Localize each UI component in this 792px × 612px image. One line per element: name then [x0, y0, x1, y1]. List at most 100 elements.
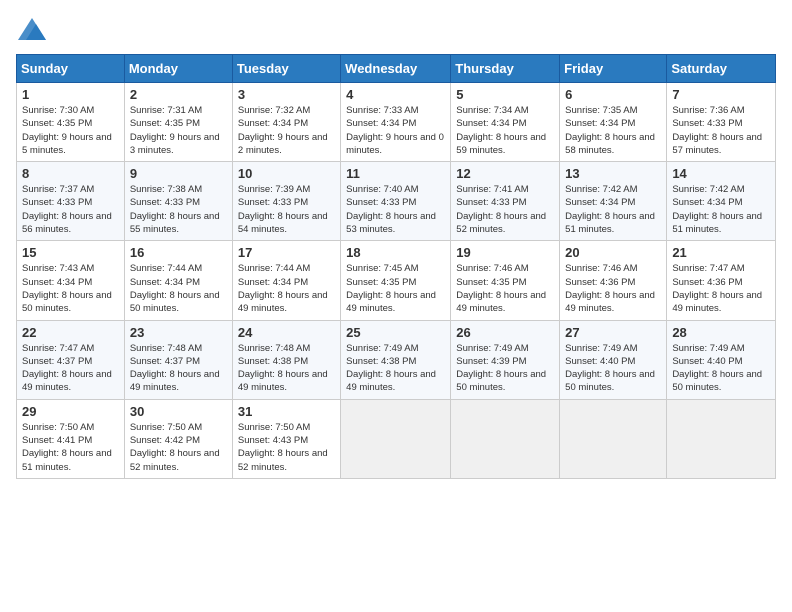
calendar-header-wednesday: Wednesday — [341, 55, 451, 83]
day-info: Sunrise: 7:50 AM Sunset: 4:42 PM Dayligh… — [130, 421, 227, 474]
day-number: 8 — [22, 166, 119, 181]
calendar-day-12: 12 Sunrise: 7:41 AM Sunset: 4:33 PM Dayl… — [451, 162, 560, 241]
day-info: Sunrise: 7:49 AM Sunset: 4:40 PM Dayligh… — [672, 342, 770, 395]
calendar-body: 1 Sunrise: 7:30 AM Sunset: 4:35 PM Dayli… — [17, 83, 776, 479]
day-number: 15 — [22, 245, 119, 260]
calendar-week-4: 22 Sunrise: 7:47 AM Sunset: 4:37 PM Dayl… — [17, 320, 776, 399]
day-info: Sunrise: 7:31 AM Sunset: 4:35 PM Dayligh… — [130, 104, 227, 157]
calendar-day-14: 14 Sunrise: 7:42 AM Sunset: 4:34 PM Dayl… — [667, 162, 776, 241]
calendar-day-25: 25 Sunrise: 7:49 AM Sunset: 4:38 PM Dayl… — [341, 320, 451, 399]
day-number: 21 — [672, 245, 770, 260]
calendar-empty-cell — [341, 399, 451, 478]
day-info: Sunrise: 7:49 AM Sunset: 4:39 PM Dayligh… — [456, 342, 554, 395]
calendar-day-24: 24 Sunrise: 7:48 AM Sunset: 4:38 PM Dayl… — [232, 320, 340, 399]
day-number: 17 — [238, 245, 335, 260]
calendar-week-2: 8 Sunrise: 7:37 AM Sunset: 4:33 PM Dayli… — [17, 162, 776, 241]
day-info: Sunrise: 7:33 AM Sunset: 4:34 PM Dayligh… — [346, 104, 445, 157]
day-number: 25 — [346, 325, 445, 340]
day-info: Sunrise: 7:43 AM Sunset: 4:34 PM Dayligh… — [22, 262, 119, 315]
day-number: 18 — [346, 245, 445, 260]
calendar-day-11: 11 Sunrise: 7:40 AM Sunset: 4:33 PM Dayl… — [341, 162, 451, 241]
calendar-header-saturday: Saturday — [667, 55, 776, 83]
day-info: Sunrise: 7:32 AM Sunset: 4:34 PM Dayligh… — [238, 104, 335, 157]
day-number: 10 — [238, 166, 335, 181]
day-info: Sunrise: 7:47 AM Sunset: 4:36 PM Dayligh… — [672, 262, 770, 315]
day-info: Sunrise: 7:49 AM Sunset: 4:40 PM Dayligh… — [565, 342, 661, 395]
day-info: Sunrise: 7:45 AM Sunset: 4:35 PM Dayligh… — [346, 262, 445, 315]
day-number: 23 — [130, 325, 227, 340]
day-info: Sunrise: 7:39 AM Sunset: 4:33 PM Dayligh… — [238, 183, 335, 236]
calendar-day-31: 31 Sunrise: 7:50 AM Sunset: 4:43 PM Dayl… — [232, 399, 340, 478]
day-info: Sunrise: 7:48 AM Sunset: 4:38 PM Dayligh… — [238, 342, 335, 395]
day-info: Sunrise: 7:48 AM Sunset: 4:37 PM Dayligh… — [130, 342, 227, 395]
calendar-empty-cell — [560, 399, 667, 478]
day-number: 22 — [22, 325, 119, 340]
calendar-day-16: 16 Sunrise: 7:44 AM Sunset: 4:34 PM Dayl… — [124, 241, 232, 320]
calendar-day-9: 9 Sunrise: 7:38 AM Sunset: 4:33 PM Dayli… — [124, 162, 232, 241]
day-number: 1 — [22, 87, 119, 102]
calendar-day-21: 21 Sunrise: 7:47 AM Sunset: 4:36 PM Dayl… — [667, 241, 776, 320]
calendar-empty-cell — [667, 399, 776, 478]
day-number: 7 — [672, 87, 770, 102]
calendar-day-27: 27 Sunrise: 7:49 AM Sunset: 4:40 PM Dayl… — [560, 320, 667, 399]
calendar-week-3: 15 Sunrise: 7:43 AM Sunset: 4:34 PM Dayl… — [17, 241, 776, 320]
calendar-day-20: 20 Sunrise: 7:46 AM Sunset: 4:36 PM Dayl… — [560, 241, 667, 320]
calendar-day-28: 28 Sunrise: 7:49 AM Sunset: 4:40 PM Dayl… — [667, 320, 776, 399]
day-info: Sunrise: 7:42 AM Sunset: 4:34 PM Dayligh… — [672, 183, 770, 236]
calendar-header-monday: Monday — [124, 55, 232, 83]
day-info: Sunrise: 7:30 AM Sunset: 4:35 PM Dayligh… — [22, 104, 119, 157]
day-number: 31 — [238, 404, 335, 419]
day-number: 19 — [456, 245, 554, 260]
day-number: 14 — [672, 166, 770, 181]
day-number: 11 — [346, 166, 445, 181]
day-info: Sunrise: 7:42 AM Sunset: 4:34 PM Dayligh… — [565, 183, 661, 236]
day-number: 30 — [130, 404, 227, 419]
calendar-empty-cell — [451, 399, 560, 478]
day-number: 16 — [130, 245, 227, 260]
day-number: 2 — [130, 87, 227, 102]
calendar-day-17: 17 Sunrise: 7:44 AM Sunset: 4:34 PM Dayl… — [232, 241, 340, 320]
calendar-week-1: 1 Sunrise: 7:30 AM Sunset: 4:35 PM Dayli… — [17, 83, 776, 162]
calendar-day-18: 18 Sunrise: 7:45 AM Sunset: 4:35 PM Dayl… — [341, 241, 451, 320]
calendar-header-tuesday: Tuesday — [232, 55, 340, 83]
day-number: 12 — [456, 166, 554, 181]
calendar-day-26: 26 Sunrise: 7:49 AM Sunset: 4:39 PM Dayl… — [451, 320, 560, 399]
day-number: 5 — [456, 87, 554, 102]
day-number: 24 — [238, 325, 335, 340]
day-number: 28 — [672, 325, 770, 340]
day-info: Sunrise: 7:49 AM Sunset: 4:38 PM Dayligh… — [346, 342, 445, 395]
day-info: Sunrise: 7:46 AM Sunset: 4:35 PM Dayligh… — [456, 262, 554, 315]
day-info: Sunrise: 7:36 AM Sunset: 4:33 PM Dayligh… — [672, 104, 770, 157]
day-info: Sunrise: 7:41 AM Sunset: 4:33 PM Dayligh… — [456, 183, 554, 236]
calendar-day-30: 30 Sunrise: 7:50 AM Sunset: 4:42 PM Dayl… — [124, 399, 232, 478]
day-number: 6 — [565, 87, 661, 102]
calendar-day-3: 3 Sunrise: 7:32 AM Sunset: 4:34 PM Dayli… — [232, 83, 340, 162]
calendar-day-4: 4 Sunrise: 7:33 AM Sunset: 4:34 PM Dayli… — [341, 83, 451, 162]
day-info: Sunrise: 7:50 AM Sunset: 4:43 PM Dayligh… — [238, 421, 335, 474]
calendar-day-8: 8 Sunrise: 7:37 AM Sunset: 4:33 PM Dayli… — [17, 162, 125, 241]
calendar-day-13: 13 Sunrise: 7:42 AM Sunset: 4:34 PM Dayl… — [560, 162, 667, 241]
logo — [16, 16, 52, 44]
day-number: 3 — [238, 87, 335, 102]
calendar-day-23: 23 Sunrise: 7:48 AM Sunset: 4:37 PM Dayl… — [124, 320, 232, 399]
day-info: Sunrise: 7:37 AM Sunset: 4:33 PM Dayligh… — [22, 183, 119, 236]
day-info: Sunrise: 7:44 AM Sunset: 4:34 PM Dayligh… — [130, 262, 227, 315]
day-info: Sunrise: 7:44 AM Sunset: 4:34 PM Dayligh… — [238, 262, 335, 315]
calendar-day-2: 2 Sunrise: 7:31 AM Sunset: 4:35 PM Dayli… — [124, 83, 232, 162]
calendar-day-10: 10 Sunrise: 7:39 AM Sunset: 4:33 PM Dayl… — [232, 162, 340, 241]
day-number: 27 — [565, 325, 661, 340]
calendar-header-friday: Friday — [560, 55, 667, 83]
calendar: SundayMondayTuesdayWednesdayThursdayFrid… — [16, 54, 776, 479]
calendar-header-thursday: Thursday — [451, 55, 560, 83]
day-info: Sunrise: 7:50 AM Sunset: 4:41 PM Dayligh… — [22, 421, 119, 474]
day-number: 9 — [130, 166, 227, 181]
calendar-day-5: 5 Sunrise: 7:34 AM Sunset: 4:34 PM Dayli… — [451, 83, 560, 162]
calendar-day-1: 1 Sunrise: 7:30 AM Sunset: 4:35 PM Dayli… — [17, 83, 125, 162]
calendar-day-29: 29 Sunrise: 7:50 AM Sunset: 4:41 PM Dayl… — [17, 399, 125, 478]
day-number: 26 — [456, 325, 554, 340]
day-info: Sunrise: 7:47 AM Sunset: 4:37 PM Dayligh… — [22, 342, 119, 395]
calendar-header-sunday: Sunday — [17, 55, 125, 83]
day-number: 20 — [565, 245, 661, 260]
calendar-day-6: 6 Sunrise: 7:35 AM Sunset: 4:34 PM Dayli… — [560, 83, 667, 162]
calendar-day-15: 15 Sunrise: 7:43 AM Sunset: 4:34 PM Dayl… — [17, 241, 125, 320]
